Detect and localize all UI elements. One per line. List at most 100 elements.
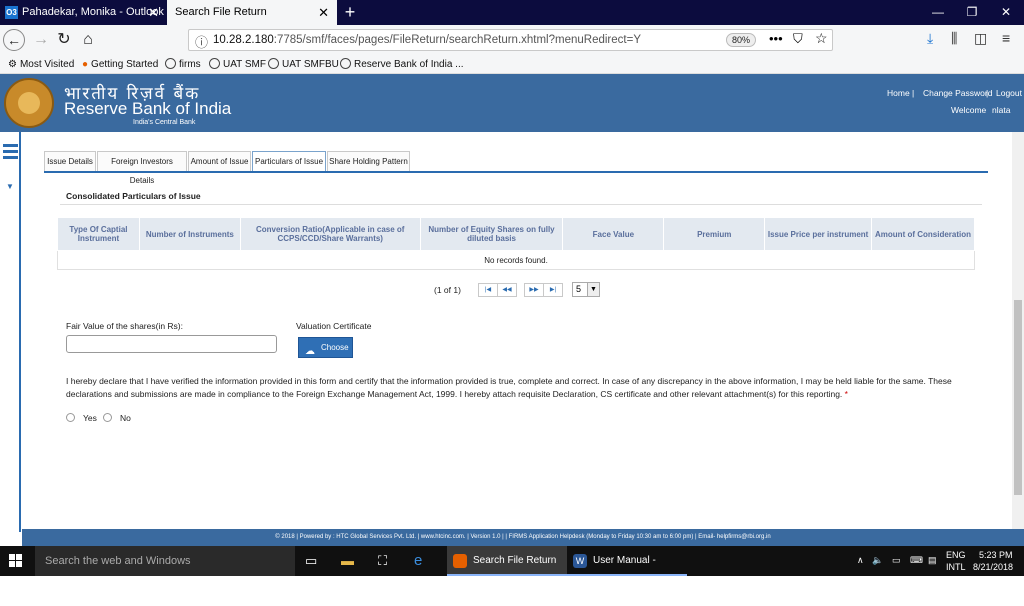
column-header[interactable]: Conversion Ratio(Applicable in case of C… — [239, 217, 421, 251]
library-icon[interactable]: ⫼ — [951, 30, 957, 47]
prev-page-button[interactable]: ◀◀ — [497, 283, 517, 297]
tab-foreign-investors[interactable]: Foreign Investors Details — [97, 151, 187, 185]
bookmarks-bar: ⚙ Most Visited ● Getting Started firms UAT… — [0, 55, 1024, 74]
tab-search-file-return[interactable]: Search File Return ✕ — [167, 0, 337, 25]
bookmark-most-visited[interactable]: ⚙ Most Visited — [8, 57, 74, 72]
pocket-icon[interactable]: ⛉ — [793, 31, 803, 47]
no-radio[interactable] — [103, 413, 112, 422]
tab-outlook[interactable]: O3 Pahadekar, Monika - Outlook W ✕ — [0, 0, 167, 43]
header-title: Reserve Bank of India — [64, 99, 232, 118]
globe-icon — [209, 58, 220, 69]
caret-down-icon[interactable]: ▼ — [6, 182, 14, 191]
column-header[interactable]: Type Of Captial Instrument — [57, 217, 140, 251]
reload-button[interactable]: ↻ — [53, 29, 75, 51]
yes-radio[interactable] — [66, 413, 75, 422]
side-menu: ▼ — [0, 132, 21, 532]
fair-value-input[interactable] — [66, 335, 277, 353]
new-tab-button[interactable]: + — [340, 0, 360, 25]
tab-share-holding-pattern[interactable]: Share Holding Pattern — [327, 151, 410, 172]
welcome-text: Welcome — [951, 105, 987, 115]
divider — [60, 204, 982, 205]
edge-icon[interactable]: e — [414, 546, 422, 576]
close-icon[interactable]: ✕ — [148, 0, 159, 25]
tab-particulars-of-issue[interactable]: Particulars of Issue — [252, 151, 326, 172]
column-header[interactable]: Face Value — [562, 217, 665, 251]
change-password-link[interactable]: Change Password — [923, 88, 992, 98]
globe-icon — [340, 58, 351, 69]
taskbar-app-word[interactable]: W User Manual - FOR... — [567, 546, 687, 596]
upload-icon: ☁ — [305, 346, 315, 357]
scrollbar-thumb[interactable] — [1014, 300, 1022, 495]
header-tagline: India's Central Bank — [133, 119, 196, 126]
column-header[interactable]: Amount of Consideration — [871, 217, 975, 251]
language-indicator[interactable]: ENG — [946, 550, 966, 560]
rbi-logo — [4, 78, 54, 128]
hamburger-icon[interactable] — [3, 144, 18, 163]
zoom-level[interactable]: 80% — [726, 33, 756, 47]
volume-icon[interactable]: 🔈 — [872, 555, 883, 566]
bookmark-getting-started[interactable]: ● Getting Started — [82, 57, 158, 72]
keyboard-icon[interactable]: ⌨ — [910, 555, 923, 566]
logout-link[interactable]: Logout — [996, 88, 1022, 98]
more-icon[interactable]: ••• — [769, 30, 783, 48]
notification-icon[interactable]: ▤ — [928, 555, 937, 566]
taskbar-search[interactable]: Search the web and Windows — [35, 546, 295, 576]
url-bar[interactable]: ⓘ 10.28.2.180:7785/smf/faces/pages/FileR… — [188, 29, 833, 51]
next-page-button[interactable]: ▶▶ — [524, 283, 544, 297]
bookmark-rbi[interactable]: Reserve Bank of India ... — [340, 57, 464, 72]
maximize-button[interactable]: ❐ — [956, 0, 988, 25]
file-explorer-icon[interactable]: ▬ — [341, 546, 354, 576]
bookmark-firms[interactable]: firms — [165, 57, 201, 72]
network-icon[interactable]: ▭ — [892, 555, 901, 566]
rows-per-page-select[interactable]: 5 ▼ — [572, 282, 600, 297]
no-label: No — [120, 413, 131, 423]
chevron-up-icon[interactable]: ∧ — [857, 555, 864, 566]
tab-issue-details[interactable]: Issue Details — [44, 151, 96, 172]
gear-icon: ⚙ — [8, 59, 17, 70]
download-icon[interactable]: ⤓ — [927, 30, 933, 47]
close-icon[interactable]: ✕ — [318, 0, 329, 25]
tab-label: Search File Return — [175, 6, 267, 18]
table-header-row: Type Of Captial Instrument Number of Ins… — [57, 217, 975, 251]
bookmark-uat-smf[interactable]: UAT SMF — [209, 57, 266, 72]
taskbar: Search the web and Windows ▭ ▬ ⛶ e Searc… — [0, 546, 1024, 596]
outlook-icon: O3 — [5, 6, 18, 19]
last-page-button[interactable]: ▶| — [543, 283, 563, 297]
windows-start-icon[interactable] — [9, 554, 23, 568]
language-layout[interactable]: INTL — [946, 562, 966, 572]
forward-button[interactable]: → — [30, 29, 52, 51]
home-link[interactable]: Home — [887, 88, 910, 98]
tab-amount-of-issue[interactable]: Amount of Issue — [188, 151, 251, 172]
column-header[interactable]: Number of Instruments — [138, 217, 241, 251]
chevron-down-icon: ▼ — [587, 283, 599, 296]
valuation-label: Valuation Certificate — [296, 321, 372, 331]
choose-file-button[interactable]: ☁ Choose — [298, 337, 353, 358]
navigation-bar: ← → ↻ ⌂ ⓘ 10.28.2.180:7785/smf/faces/pag… — [0, 25, 1024, 55]
star-icon[interactable]: ☆ — [815, 30, 828, 47]
column-header[interactable]: Number of Equity Shares on fully diluted… — [419, 217, 564, 251]
clock-date[interactable]: 8/21/2018 — [973, 562, 1013, 572]
empty-message: No records found. — [57, 250, 975, 270]
bookmark-uat-smfbu[interactable]: UAT SMFBU — [268, 57, 339, 72]
taskbar-app-firefox[interactable]: Search File Return -... — [447, 546, 567, 596]
minimize-button[interactable]: — — [922, 0, 954, 25]
info-icon[interactable]: ⓘ — [195, 32, 208, 51]
particulars-table: Type Of Captial Instrument Number of Ins… — [57, 217, 975, 270]
first-page-button[interactable]: |◀ — [478, 283, 498, 297]
page-info: (1 of 1) — [434, 285, 461, 295]
back-button[interactable]: ← — [3, 29, 25, 51]
home-icon[interactable]: ⌂ — [77, 29, 99, 51]
fair-value-label: Fair Value of the shares(in Rs): — [66, 321, 183, 331]
column-header[interactable]: Premium — [663, 217, 766, 251]
sidebar-icon[interactable]: ◫ — [974, 30, 987, 47]
username: nlata — [992, 105, 1011, 115]
menu-icon[interactable]: ≡ — [1002, 30, 1010, 46]
close-window-button[interactable]: ✕ — [990, 0, 1022, 25]
clock-time[interactable]: 5:23 PM — [979, 550, 1013, 560]
site-footer: © 2018 | Powered by : HTC Global Service… — [22, 529, 1024, 546]
browser-tab-bar: O3 Pahadekar, Monika - Outlook W ✕ Searc… — [0, 0, 1024, 43]
column-header[interactable]: Issue Price per instrument — [764, 217, 873, 251]
task-view-icon[interactable]: ▭ — [305, 546, 317, 576]
section-title: Consolidated Particulars of Issue — [66, 191, 201, 201]
store-icon[interactable]: ⛶ — [378, 546, 387, 576]
